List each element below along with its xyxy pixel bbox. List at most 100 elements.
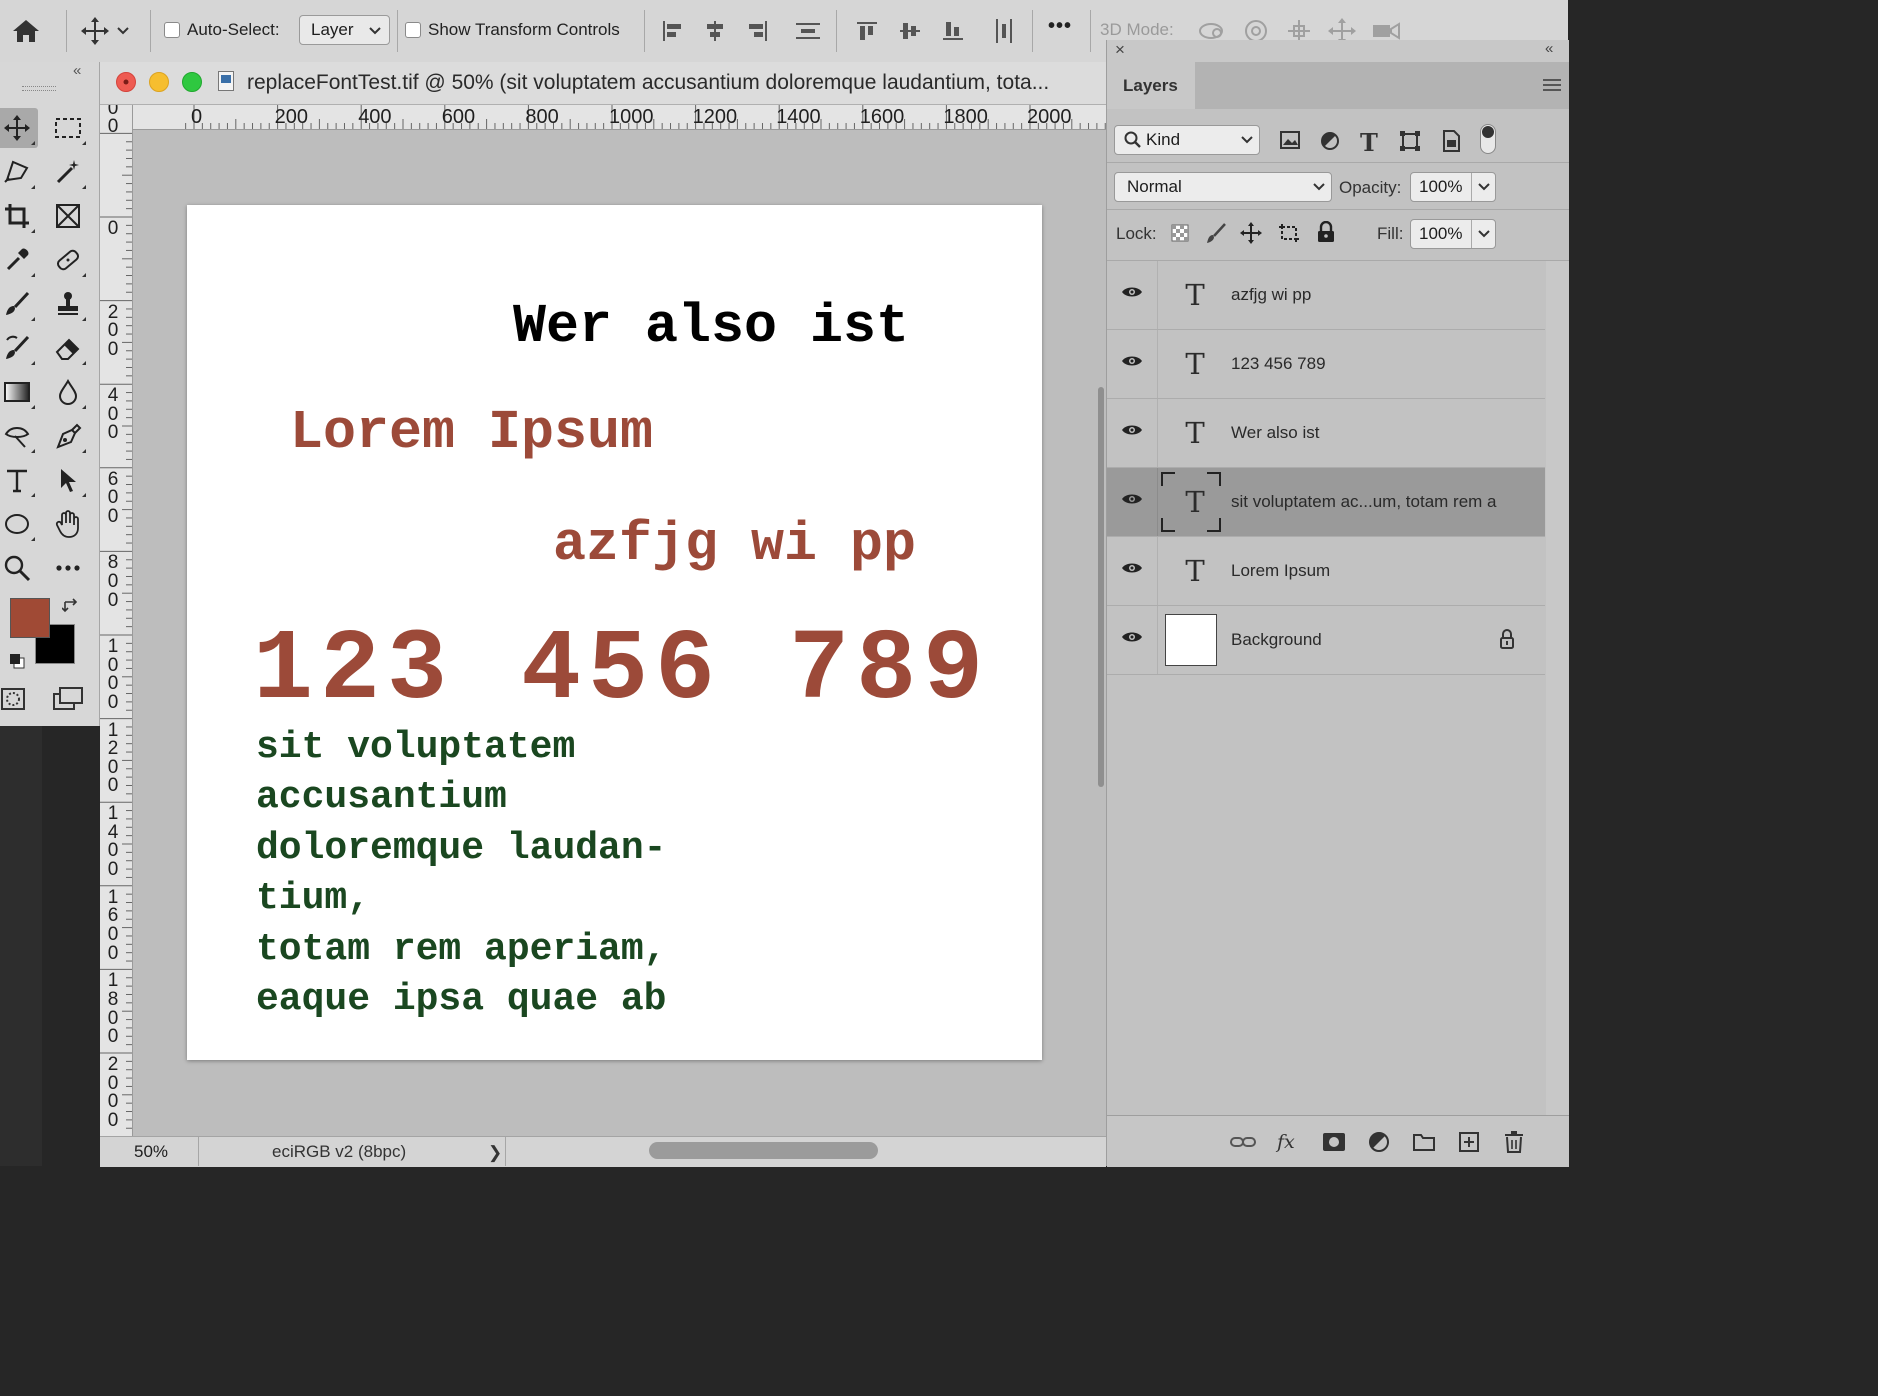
canvas-text-numbers[interactable]: 123 456 789 <box>253 615 990 728</box>
lock-transparent-pixels-icon[interactable] <box>1171 224 1189 242</box>
type-icon[interactable] <box>0 460 38 500</box>
close-panel-icon[interactable]: × <box>1115 40 1125 60</box>
visibility-eye-icon[interactable] <box>1121 561 1143 575</box>
filter-shape-icon[interactable] <box>1399 130 1421 152</box>
filter-smart-object-icon[interactable] <box>1441 129 1461 153</box>
brush-icon[interactable] <box>0 284 38 324</box>
divider <box>1107 209 1569 210</box>
delete-layer-trash-icon[interactable] <box>1500 1128 1528 1156</box>
eraser-icon[interactable] <box>47 328 89 368</box>
align-horizontal-center-icon[interactable] <box>697 11 733 51</box>
blur-drop-icon[interactable] <box>47 372 89 412</box>
filter-toggle-switch[interactable] <box>1480 124 1496 154</box>
layer-row[interactable]: T Lorem Ipsum <box>1107 537 1545 606</box>
minimize-window-button[interactable] <box>149 72 169 92</box>
eyedropper-icon[interactable] <box>0 240 38 280</box>
vertical-scrollbar[interactable] <box>1098 387 1104 787</box>
close-window-button[interactable] <box>116 72 136 92</box>
chevron-down-icon[interactable] <box>113 11 133 51</box>
horizontal-scrollbar[interactable] <box>649 1142 878 1159</box>
auto-select-target-select[interactable]: Layer <box>299 15 390 45</box>
clone-stamp-icon[interactable] <box>47 284 89 324</box>
collapse-toolbox-icon[interactable]: « <box>73 62 81 79</box>
align-vertical-center-icon[interactable] <box>892 11 928 51</box>
visibility-eye-icon[interactable] <box>1121 492 1143 506</box>
fill-value: 100% <box>1419 224 1463 243</box>
auto-select-checkbox[interactable] <box>164 22 180 38</box>
align-left-icon[interactable] <box>654 11 690 51</box>
layer-row[interactable]: Background <box>1107 606 1545 675</box>
visibility-eye-icon[interactable] <box>1121 354 1143 368</box>
status-menu-arrow-icon[interactable]: ❯ <box>488 1143 502 1163</box>
opacity-input[interactable]: 100% <box>1410 172 1496 202</box>
dodge-icon[interactable] <box>0 416 38 456</box>
link-layers-icon[interactable] <box>1229 1128 1257 1156</box>
more-tools-icon[interactable] <box>47 548 89 588</box>
magic-wand-icon[interactable] <box>47 152 89 192</box>
document-canvas[interactable]: Wer also ist Lorem Ipsum azfjg wi pp 123… <box>187 205 1042 1060</box>
path-selection-icon[interactable] <box>47 460 89 500</box>
zoom-window-button[interactable] <box>182 72 202 92</box>
foreground-color-swatch[interactable] <box>10 598 50 638</box>
home-icon[interactable] <box>8 11 44 51</box>
blend-mode-select[interactable]: Normal <box>1114 172 1332 202</box>
lock-artboard-icon[interactable] <box>1277 222 1301 244</box>
toolbox-grip[interactable] <box>22 86 56 91</box>
tab-layers[interactable]: Layers <box>1107 62 1195 109</box>
move-tool-icon[interactable] <box>77 11 113 51</box>
canvas-text-paragraph[interactable]: sit voluptatem accusantium doloremque la… <box>256 723 666 1025</box>
panel-menu-icon[interactable] <box>1543 78 1561 92</box>
zoom-icon[interactable] <box>0 548 38 588</box>
default-colors-icon[interactable] <box>8 652 26 670</box>
align-right-icon[interactable] <box>740 11 776 51</box>
canvas-text-lorem-ipsum[interactable]: Lorem Ipsum <box>290 401 653 464</box>
hand-icon[interactable] <box>47 504 89 544</box>
layer-filter-select[interactable]: Kind <box>1114 125 1260 155</box>
lock-image-pixels-icon[interactable] <box>1205 222 1227 244</box>
layer-row[interactable]: T 123 456 789 <box>1107 330 1545 399</box>
layer-row[interactable]: T Wer also ist <box>1107 399 1545 468</box>
more-options-button[interactable]: ••• <box>1048 15 1072 38</box>
canvas-text-wer-also-ist[interactable]: Wer also ist <box>513 295 909 358</box>
show-transform-checkbox[interactable] <box>405 22 421 38</box>
canvas-text-azfjg[interactable]: azfjg wi pp <box>553 513 916 576</box>
new-adjustment-layer-icon[interactable] <box>1365 1128 1393 1156</box>
layer-row[interactable]: T azfjg wi pp <box>1107 261 1545 330</box>
gradient-icon[interactable] <box>0 372 38 412</box>
distribute-horizontal-icon[interactable] <box>986 11 1022 51</box>
lock-position-icon[interactable] <box>1240 222 1262 244</box>
screen-mode-icon[interactable] <box>52 686 84 712</box>
new-group-folder-icon[interactable] <box>1410 1128 1438 1156</box>
quick-mask-icon[interactable] <box>0 686 28 712</box>
separator <box>1032 10 1033 52</box>
filter-pixel-icon[interactable] <box>1279 130 1301 150</box>
visibility-eye-icon[interactable] <box>1121 630 1143 644</box>
lasso-icon[interactable] <box>0 152 38 192</box>
visibility-eye-icon[interactable] <box>1121 285 1143 299</box>
fill-input[interactable]: 100% <box>1410 219 1496 249</box>
distribute-vertical-icon[interactable] <box>790 11 826 51</box>
add-mask-icon[interactable] <box>1320 1128 1348 1156</box>
visibility-eye-icon[interactable] <box>1121 423 1143 437</box>
zoom-level-field[interactable]: 50% <box>100 1137 199 1166</box>
filter-adjustment-icon[interactable] <box>1319 130 1341 152</box>
frame-icon[interactable] <box>47 196 89 236</box>
history-brush-icon[interactable] <box>0 328 38 368</box>
align-bottom-icon[interactable] <box>935 11 971 51</box>
lock-all-icon[interactable] <box>1316 221 1336 243</box>
swap-colors-icon[interactable] <box>62 596 80 614</box>
collapse-panel-icon[interactable]: « <box>1545 40 1553 57</box>
pen-icon[interactable] <box>47 416 89 456</box>
layer-style-fx-icon[interactable]: fx <box>1275 1128 1303 1156</box>
healing-brush-icon[interactable] <box>47 240 89 280</box>
align-top-icon[interactable] <box>849 11 885 51</box>
rectangular-marquee-icon[interactable] <box>47 108 89 148</box>
crop-icon[interactable] <box>0 196 38 236</box>
ruler-label: 400 <box>107 385 119 444</box>
filter-type-icon[interactable]: T <box>1360 128 1378 157</box>
panel-dock-header: × « <box>1106 40 1569 62</box>
move-tool-icon[interactable] <box>0 108 38 148</box>
ellipse-icon[interactable] <box>0 504 38 544</box>
layer-row-selected[interactable]: T sit voluptatem ac...um, totam rem a <box>1107 468 1545 537</box>
new-layer-icon[interactable] <box>1455 1128 1483 1156</box>
